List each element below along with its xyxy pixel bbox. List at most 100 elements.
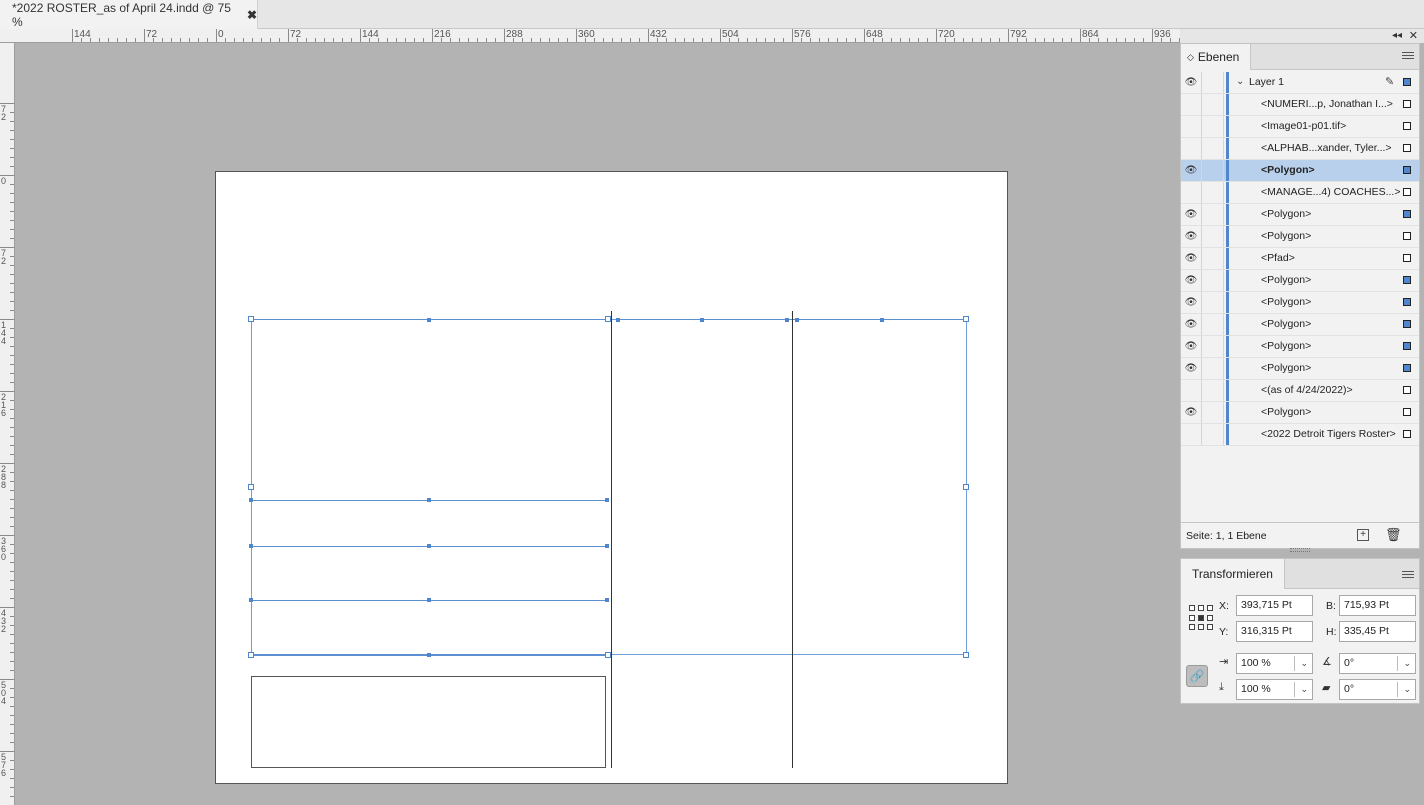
selection-bounding-box[interactable] xyxy=(251,319,967,655)
tab-transform[interactable]: Transformieren xyxy=(1181,559,1285,589)
resize-handle[interactable] xyxy=(605,316,611,322)
resize-handle[interactable] xyxy=(427,498,431,502)
lock-toggle[interactable] xyxy=(1202,424,1224,445)
chevron-down-icon[interactable]: ⌄ xyxy=(1403,680,1411,699)
selection-square-icon[interactable] xyxy=(1403,298,1411,306)
visibility-toggle[interactable]: 👁 xyxy=(1181,204,1202,225)
panel-resize-grip[interactable] xyxy=(1290,548,1310,552)
resize-handle[interactable] xyxy=(880,318,884,322)
selection-square-icon[interactable] xyxy=(1403,408,1411,416)
constrain-proportions-link-icon[interactable]: 🔗 xyxy=(1186,665,1208,687)
layer-object-row[interactable]: <Image01-p01.tif> xyxy=(1181,116,1419,138)
lock-toggle[interactable] xyxy=(1202,402,1224,423)
scale-y-field[interactable]: 100 % ⌄ xyxy=(1236,679,1313,700)
vertical-ruler[interactable]: 72 0 72 144 216 288 360 432 504 576 xyxy=(0,43,15,805)
close-tab-icon[interactable]: ✖ xyxy=(247,8,257,22)
lock-toggle[interactable] xyxy=(1202,358,1224,379)
lock-toggle[interactable] xyxy=(1202,94,1224,115)
visibility-toggle[interactable]: 👁 xyxy=(1181,358,1202,379)
chevron-down-icon[interactable]: ⌄ xyxy=(1403,654,1411,673)
selection-square-icon[interactable] xyxy=(1403,430,1411,438)
resize-handle[interactable] xyxy=(785,318,789,322)
selection-square-icon[interactable] xyxy=(1403,166,1411,174)
selection-square-icon[interactable] xyxy=(1403,320,1411,328)
lock-toggle[interactable] xyxy=(1202,270,1224,291)
expand-collapse-icon[interactable]: ◇ xyxy=(1187,52,1194,63)
lock-toggle[interactable] xyxy=(1202,138,1224,159)
lock-toggle[interactable] xyxy=(1202,182,1224,203)
collapse-panels-icon[interactable]: ◂◂ xyxy=(1392,30,1402,41)
lock-toggle[interactable] xyxy=(1202,248,1224,269)
resize-handle[interactable] xyxy=(963,484,969,490)
y-position-field[interactable]: 316,315 Pt xyxy=(1236,621,1313,642)
resize-handle[interactable] xyxy=(248,316,254,322)
shear-field[interactable]: 0° ⌄ xyxy=(1339,679,1416,700)
new-layer-icon[interactable]: + xyxy=(1357,529,1369,541)
visibility-toggle[interactable] xyxy=(1181,182,1202,203)
lock-toggle[interactable] xyxy=(1202,72,1224,93)
visibility-toggle[interactable]: 👁 xyxy=(1181,292,1202,313)
resize-handle[interactable] xyxy=(248,652,254,658)
layer-object-row[interactable]: 👁 <Polygon> xyxy=(1181,402,1419,424)
visibility-toggle[interactable] xyxy=(1181,94,1202,115)
layer-object-row[interactable]: 👁 <Polygon> xyxy=(1181,270,1419,292)
layer-object-row[interactable]: 👁 <Polygon> xyxy=(1181,314,1419,336)
selection-square-icon[interactable] xyxy=(1403,188,1411,196)
layer-object-row[interactable]: <2022 Detroit Tigers Roster> xyxy=(1181,424,1419,446)
chevron-down-icon[interactable]: ⌄ xyxy=(1236,76,1244,87)
height-field[interactable]: 335,45 Pt xyxy=(1339,621,1416,642)
visibility-toggle[interactable]: 👁 xyxy=(1181,402,1202,423)
chevron-down-icon[interactable]: ⌄ xyxy=(1300,680,1308,699)
lock-toggle[interactable] xyxy=(1202,160,1224,181)
lock-toggle[interactable] xyxy=(1202,314,1224,335)
document-page[interactable] xyxy=(215,171,1008,784)
selection-square-icon[interactable] xyxy=(1403,78,1411,86)
lock-toggle[interactable] xyxy=(1202,380,1224,401)
resize-handle[interactable] xyxy=(249,598,253,602)
selection-square-icon[interactable] xyxy=(1403,254,1411,262)
document-tab[interactable]: *2022 ROSTER_as of April 24.indd @ 75 % … xyxy=(0,0,258,29)
chevron-down-icon[interactable]: ⌄ xyxy=(1300,654,1308,673)
layer-object-row[interactable]: <ALPHAB...xander, Tyler...> xyxy=(1181,138,1419,160)
layer-row[interactable]: 👁 ⌄ ✎ Layer 1 xyxy=(1181,72,1419,94)
width-field[interactable]: 715,93 Pt xyxy=(1339,595,1416,616)
resize-handle[interactable] xyxy=(427,653,431,657)
tab-layers[interactable]: ◇ Ebenen xyxy=(1181,44,1251,70)
lock-toggle[interactable] xyxy=(1202,116,1224,137)
visibility-toggle[interactable]: 👁 xyxy=(1181,226,1202,247)
resize-handle[interactable] xyxy=(700,318,704,322)
resize-handle[interactable] xyxy=(249,544,253,548)
visibility-toggle[interactable] xyxy=(1181,138,1202,159)
selection-square-icon[interactable] xyxy=(1403,122,1411,130)
lock-toggle[interactable] xyxy=(1202,204,1224,225)
selection-square-icon[interactable] xyxy=(1403,100,1411,108)
selection-square-icon[interactable] xyxy=(1403,386,1411,394)
layer-object-row[interactable]: 👁 <Polygon> xyxy=(1181,226,1419,248)
visibility-toggle[interactable]: 👁 xyxy=(1181,336,1202,357)
layer-object-row[interactable]: <MANAGE...4) COACHES...> xyxy=(1181,182,1419,204)
lock-toggle[interactable] xyxy=(1202,226,1224,247)
layer-object-row[interactable]: 👁 <Polygon> xyxy=(1181,358,1419,380)
layer-object-row[interactable]: 👁 <Polygon> xyxy=(1181,336,1419,358)
panel-menu-icon[interactable] xyxy=(1402,569,1414,580)
resize-handle[interactable] xyxy=(605,498,609,502)
resize-handle[interactable] xyxy=(963,652,969,658)
resize-handle[interactable] xyxy=(427,318,431,322)
visibility-toggle[interactable]: 👁 xyxy=(1181,248,1202,269)
layer-object-row[interactable]: 👁 <Polygon> xyxy=(1181,204,1419,226)
visibility-toggle[interactable] xyxy=(1181,380,1202,401)
scale-x-field[interactable]: 100 % ⌄ xyxy=(1236,653,1313,674)
resize-handle[interactable] xyxy=(248,484,254,490)
visibility-toggle[interactable]: 👁 xyxy=(1181,160,1202,181)
rotation-field[interactable]: 0° ⌄ xyxy=(1339,653,1416,674)
selection-square-icon[interactable] xyxy=(1403,364,1411,372)
resize-handle[interactable] xyxy=(795,318,799,322)
x-position-field[interactable]: 393,715 Pt xyxy=(1236,595,1313,616)
lock-toggle[interactable] xyxy=(1202,292,1224,313)
resize-handle[interactable] xyxy=(249,498,253,502)
layer-object-row[interactable]: 👁 <Polygon> xyxy=(1181,160,1419,182)
selection-square-icon[interactable] xyxy=(1403,232,1411,240)
layer-object-row[interactable]: <NUMERI...p, Jonathan I...> xyxy=(1181,94,1419,116)
visibility-toggle[interactable] xyxy=(1181,116,1202,137)
text-frame[interactable] xyxy=(251,676,606,768)
